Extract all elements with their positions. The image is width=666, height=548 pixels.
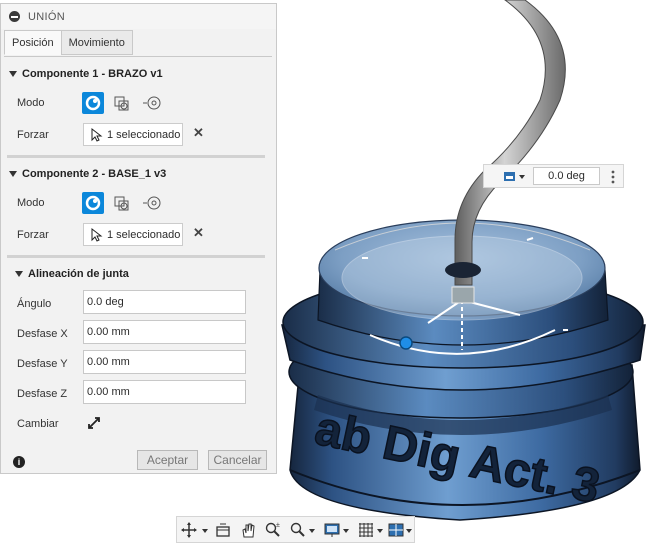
component2-mode-label: Modo xyxy=(17,197,45,209)
offset-z-field[interactable]: 0.00 mm xyxy=(83,380,246,404)
zoom-icon[interactable]: ± xyxy=(264,521,282,539)
angle-field[interactable]: 0.0 deg xyxy=(83,290,246,314)
expand-icon xyxy=(15,271,23,277)
center-icon xyxy=(143,196,161,210)
flip-icon xyxy=(88,417,100,429)
pan-icon[interactable] xyxy=(239,521,257,539)
look-at-icon[interactable] xyxy=(214,521,232,539)
orbit-icon[interactable] xyxy=(180,521,210,539)
offset-y-field[interactable]: 0.00 mm xyxy=(83,350,246,374)
component2-force-label: Forzar xyxy=(17,229,49,241)
dialog-titlebar: UNIÓN xyxy=(1,4,276,29)
component2-header[interactable]: Componente 2 - BASE_1 v3 xyxy=(9,168,166,180)
accept-button[interactable]: Aceptar xyxy=(137,450,198,470)
component1-selection[interactable]: 1 seleccionado xyxy=(83,123,183,146)
display-settings-icon[interactable] xyxy=(323,521,353,539)
component2-clear-button[interactable]: ✕ xyxy=(193,225,204,241)
tab-position[interactable]: Posición xyxy=(4,30,62,55)
between-icon xyxy=(114,196,129,211)
more-icon[interactable] xyxy=(610,169,616,185)
center-icon xyxy=(143,96,161,110)
expand-icon xyxy=(9,71,17,77)
alignment-header[interactable]: Alineación de junta xyxy=(15,268,129,280)
navigation-toolbar: ± xyxy=(176,516,415,543)
joint-dialog: UNIÓN Posición Movimiento Componente 1 -… xyxy=(0,3,277,474)
cursor-icon xyxy=(91,227,103,242)
snap-mode-button[interactable] xyxy=(82,92,104,114)
offset-y-label: Desfase Y xyxy=(17,358,68,370)
dialog-tabs: Posición Movimiento xyxy=(4,30,133,56)
snap-icon xyxy=(85,95,101,111)
viewports-icon[interactable] xyxy=(387,521,415,539)
component1-mode-label: Modo xyxy=(17,97,45,109)
between-mode-button[interactable] xyxy=(111,193,133,215)
component2-title: Componente 2 - BASE_1 v3 xyxy=(22,168,167,180)
flip-button[interactable] xyxy=(85,414,103,432)
component1-clear-button[interactable]: ✕ xyxy=(193,125,204,141)
tab-motion[interactable]: Movimiento xyxy=(60,30,133,55)
divider xyxy=(7,155,265,158)
cancel-button[interactable]: Cancelar xyxy=(208,450,267,470)
between-mode-button[interactable] xyxy=(111,93,133,115)
divider xyxy=(7,255,265,258)
offset-x-field[interactable]: 0.00 mm xyxy=(83,320,246,344)
dialog-title: UNIÓN xyxy=(28,10,65,23)
component1-header[interactable]: Componente 1 - BRAZO v1 xyxy=(9,68,163,80)
between-icon xyxy=(114,96,129,111)
offset-z-label: Desfase Z xyxy=(17,388,68,400)
component1-force-label: Forzar xyxy=(17,129,49,141)
center-mode-button[interactable] xyxy=(141,93,163,115)
cursor-icon xyxy=(91,127,103,142)
collapse-icon[interactable] xyxy=(9,11,20,22)
alignment-title: Alineación de junta xyxy=(28,268,129,280)
snap-icon xyxy=(85,195,101,211)
info-icon[interactable]: i xyxy=(13,456,25,468)
angle-input[interactable]: 0.0 deg xyxy=(533,167,600,185)
angle-manipulator: 0.0 deg xyxy=(483,164,624,188)
angle-label: Ángulo xyxy=(17,298,52,310)
snap-mode-button[interactable] xyxy=(82,192,104,214)
joint-origin-handle xyxy=(399,336,413,350)
zoom-window-icon[interactable] xyxy=(289,521,319,539)
angle-type-dropdown[interactable] xyxy=(502,169,528,185)
expand-icon xyxy=(9,171,17,177)
grid-icon[interactable] xyxy=(357,521,387,539)
center-mode-button[interactable] xyxy=(141,193,163,215)
flip-label: Cambiar xyxy=(17,418,59,430)
offset-x-label: Desfase X xyxy=(17,328,68,340)
joint-origin-icon xyxy=(451,286,475,304)
component1-title: Componente 1 - BRAZO v1 xyxy=(22,68,163,80)
component2-selection[interactable]: 1 seleccionado xyxy=(83,223,183,246)
svg-text:±: ± xyxy=(276,522,280,529)
view-icon xyxy=(504,172,525,181)
